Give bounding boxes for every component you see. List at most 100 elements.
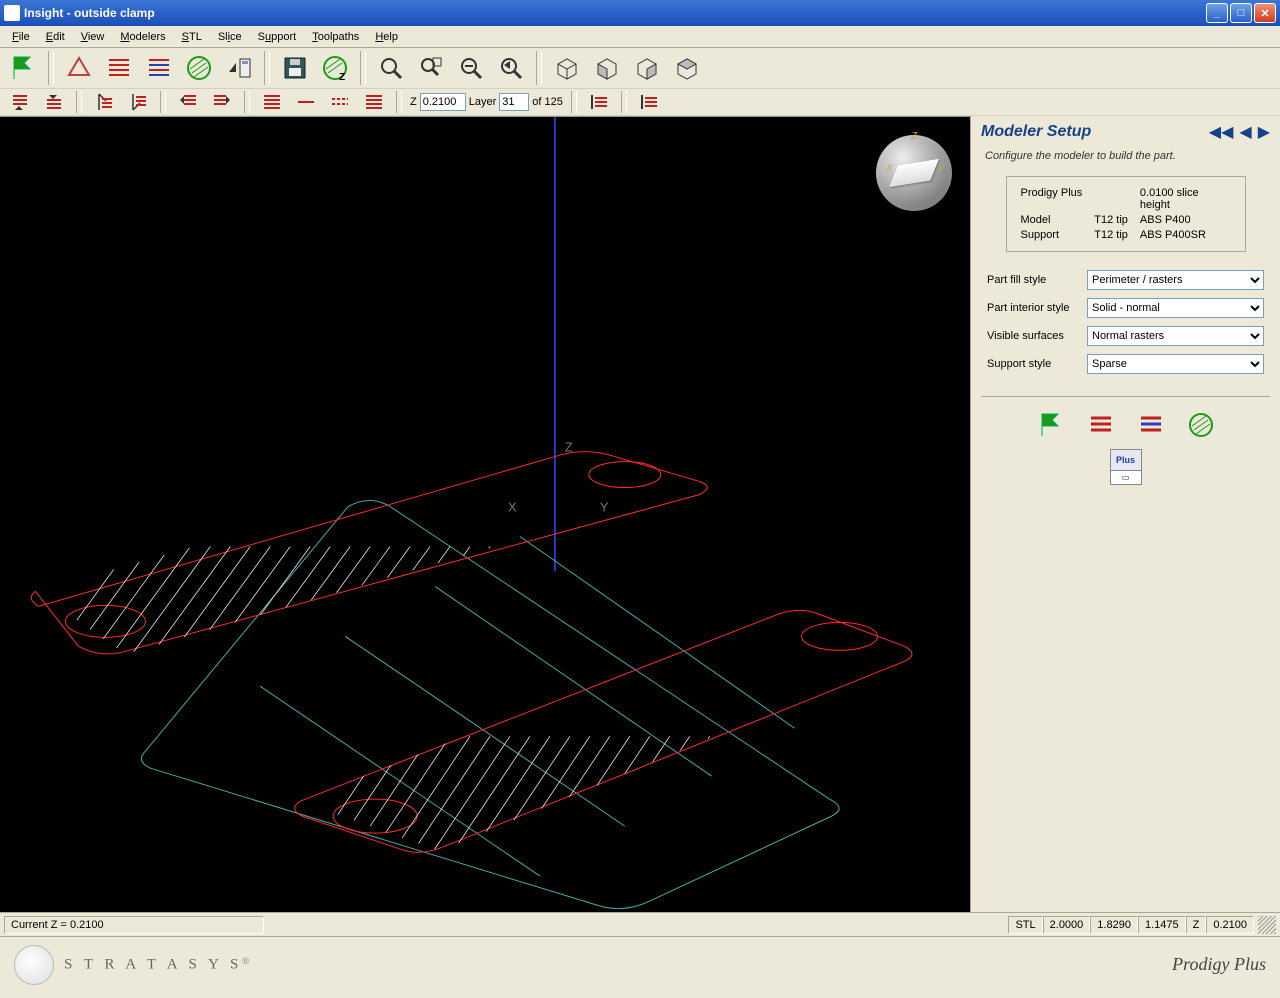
- zoom-in-button[interactable]: [374, 51, 408, 85]
- interior-style-label: Part interior style: [987, 302, 1087, 314]
- layer-input[interactable]: [499, 93, 529, 111]
- menu-stl[interactable]: STL: [174, 29, 210, 45]
- fill-style-select[interactable]: Perimeter / rasters: [1087, 270, 1264, 290]
- lines-multi-button[interactable]: [360, 91, 388, 113]
- rasters-mix-button[interactable]: [142, 51, 176, 85]
- setup-icon: [226, 55, 252, 81]
- sb-rasters-red-button[interactable]: [1083, 409, 1119, 441]
- layer-top-button[interactable]: [6, 91, 34, 113]
- info-blank: [1094, 187, 1128, 211]
- menu-view[interactable]: View: [73, 29, 113, 45]
- menu-modelers[interactable]: Modelers: [112, 29, 173, 45]
- view-front-button[interactable]: [590, 51, 624, 85]
- floppy-icon: [282, 55, 308, 81]
- nav-prev-button[interactable]: ◀: [1239, 122, 1251, 142]
- rasters-red-icon: [106, 55, 132, 81]
- circle-hatch-button[interactable]: [182, 51, 216, 85]
- circle-z-icon: Z: [322, 55, 348, 81]
- lines-single-button[interactable]: [292, 91, 320, 113]
- z-label: Z: [410, 96, 417, 108]
- svg-text:Z: Z: [339, 72, 345, 81]
- rasters-red-icon: [1088, 412, 1114, 438]
- status-current-z: Current Z = 0.2100: [4, 916, 264, 934]
- sb-flag-button[interactable]: [1033, 409, 1069, 441]
- toolbar-main: Z: [0, 48, 1280, 89]
- separator: [160, 91, 166, 113]
- layer-next-button[interactable]: [208, 91, 236, 113]
- circle-hatch-icon: [186, 55, 212, 81]
- plus-box-icon: ▭: [1111, 470, 1141, 484]
- status-dim-y: 1.8290: [1090, 916, 1138, 934]
- triad-z-label: Z: [911, 131, 917, 142]
- close-button[interactable]: ✕: [1254, 3, 1276, 23]
- branding-footer: S T R A T A S Y S® Prodigy Plus: [0, 936, 1280, 992]
- company-name: S T R A T A S Y S®: [64, 956, 249, 974]
- lines-bracket-left2-button[interactable]: [635, 91, 663, 113]
- info-support-mat: ABS P400SR: [1140, 229, 1231, 241]
- resize-grip-icon[interactable]: [1258, 916, 1276, 934]
- interior-style-select[interactable]: Solid - normal: [1087, 298, 1264, 318]
- prodigy-plus-button[interactable]: Plus ▭: [1110, 449, 1142, 485]
- view-triad[interactable]: Z X Y: [876, 135, 952, 211]
- titlebar: Insight - outside clamp _ □ ✕: [0, 0, 1280, 26]
- menu-slice[interactable]: Slice: [210, 29, 250, 45]
- maximize-button[interactable]: □: [1230, 3, 1252, 23]
- sidebar-divider: [981, 396, 1270, 397]
- info-model-mat: ABS P400: [1140, 214, 1231, 226]
- layer-bottom-button[interactable]: [40, 91, 68, 113]
- lines-dashed-button[interactable]: [326, 91, 354, 113]
- minimize-button[interactable]: _: [1206, 3, 1228, 23]
- separator: [264, 51, 270, 85]
- lines-left-icon: [178, 93, 198, 111]
- bracket-left2-icon: [639, 93, 659, 111]
- separator: [536, 51, 542, 85]
- separator: [571, 91, 577, 113]
- layer-start-button[interactable]: [90, 91, 118, 113]
- layer-label: Layer: [469, 96, 497, 108]
- visible-surfaces-select[interactable]: Normal rasters: [1087, 326, 1264, 346]
- flag-icon: [10, 55, 36, 81]
- 3d-viewport[interactable]: X Y Z: [0, 116, 970, 912]
- of-label: of: [532, 96, 541, 108]
- view-side-button[interactable]: [630, 51, 664, 85]
- magnifier-arrow-icon: [498, 55, 524, 81]
- support-style-label: Support style: [987, 358, 1087, 370]
- zoom-prev-button[interactable]: [494, 51, 528, 85]
- view-iso-button[interactable]: [550, 51, 584, 85]
- sidebar-title: Modeler Setup: [981, 123, 1209, 141]
- menu-support[interactable]: Support: [250, 29, 305, 45]
- menu-help[interactable]: Help: [367, 29, 406, 45]
- menu-file[interactable]: File: [4, 29, 38, 45]
- modeler-info-box: Prodigy Plus 0.0100 slice height Model T…: [1006, 176, 1246, 252]
- zoom-out-button[interactable]: [454, 51, 488, 85]
- sb-circle-hatch-button[interactable]: [1183, 409, 1219, 441]
- lines-bracket-left-button[interactable]: [585, 91, 613, 113]
- zoom-extents-button[interactable]: [414, 51, 448, 85]
- nav-next-button[interactable]: ▶: [1258, 122, 1270, 142]
- setup-button[interactable]: [222, 51, 256, 85]
- menu-edit[interactable]: Edit: [38, 29, 73, 45]
- sb-rasters-mix-button[interactable]: [1133, 409, 1169, 441]
- circle-z-button[interactable]: Z: [318, 51, 352, 85]
- status-z-value: 0.2100: [1206, 916, 1254, 934]
- stratasys-logo-icon: [14, 945, 54, 985]
- save-button[interactable]: [278, 51, 312, 85]
- lines-solid-button[interactable]: [258, 91, 286, 113]
- z-value-input[interactable]: [420, 93, 466, 111]
- menu-toolpaths[interactable]: Toolpaths: [304, 29, 367, 45]
- slice-tool-button[interactable]: [62, 51, 96, 85]
- flag-green-button[interactable]: [6, 51, 40, 85]
- info-modeler: Prodigy Plus: [1021, 187, 1083, 211]
- support-style-select[interactable]: Sparse: [1087, 354, 1264, 374]
- view-top-button[interactable]: [670, 51, 704, 85]
- lines-dashed-icon: [330, 93, 350, 111]
- app-icon: [4, 5, 20, 21]
- separator: [48, 51, 54, 85]
- rasters-red-button[interactable]: [102, 51, 136, 85]
- line-single-icon: [296, 93, 316, 111]
- layer-prev-button[interactable]: [174, 91, 202, 113]
- nav-first-button[interactable]: ◀◀: [1209, 122, 1234, 142]
- slice-icon: [66, 55, 92, 81]
- z-field-group: Z Layer of 125: [410, 93, 563, 111]
- layer-end-button[interactable]: [124, 91, 152, 113]
